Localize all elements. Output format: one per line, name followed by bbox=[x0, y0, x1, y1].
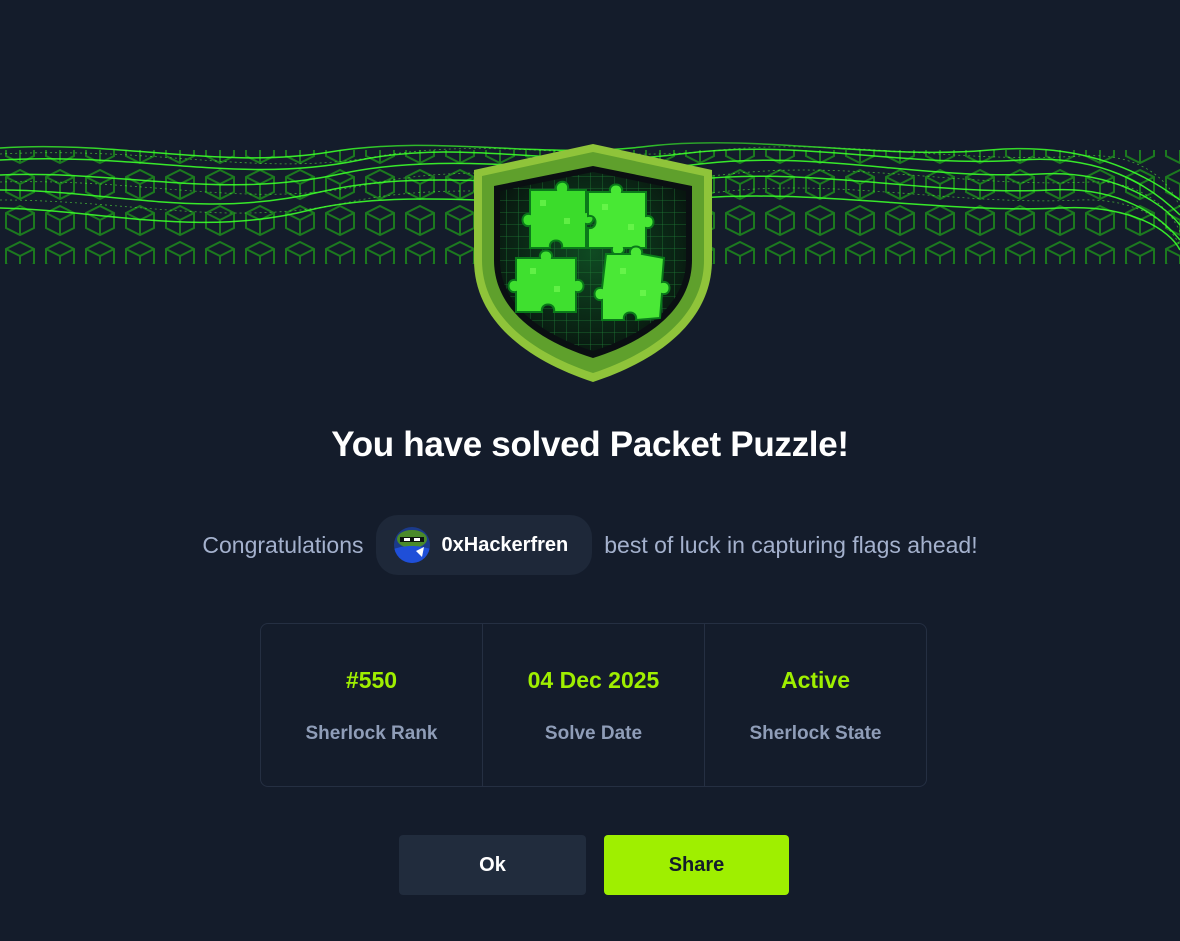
stat-value: 04 Dec 2025 bbox=[527, 667, 660, 693]
stat-label: Sherlock State bbox=[749, 723, 882, 744]
user-avatar-icon bbox=[393, 527, 430, 563]
puzzle-shield-icon bbox=[470, 140, 716, 386]
stats-panel: #550 Sherlock Rank 04 Dec 2025 Solve Dat… bbox=[260, 623, 927, 787]
user-chip[interactable]: 0xHackerfren bbox=[375, 515, 593, 575]
stat-value: #550 bbox=[345, 667, 398, 693]
congrats-prefix: Congratulations bbox=[202, 531, 364, 558]
stat-label: Solve Date bbox=[544, 723, 643, 744]
share-button[interactable]: Share bbox=[604, 835, 789, 895]
congratulations-row: Congratulations 0xHackerfren best of luc… bbox=[0, 515, 1180, 575]
stat-solve-date: 04 Dec 2025 Solve Date bbox=[482, 624, 704, 786]
solved-title: You have solved Packet Puzzle! bbox=[331, 425, 849, 464]
stat-sherlock-rank: #550 Sherlock Rank bbox=[261, 624, 482, 786]
stat-value: Active bbox=[780, 667, 851, 693]
congrats-suffix: best of luck in capturing flags ahead! bbox=[604, 531, 978, 558]
username: 0xHackerfren bbox=[441, 533, 569, 556]
stat-label: Sherlock Rank bbox=[305, 723, 438, 744]
stat-sherlock-state: Active Sherlock State bbox=[704, 624, 926, 786]
ok-button[interactable]: Ok bbox=[399, 835, 586, 895]
